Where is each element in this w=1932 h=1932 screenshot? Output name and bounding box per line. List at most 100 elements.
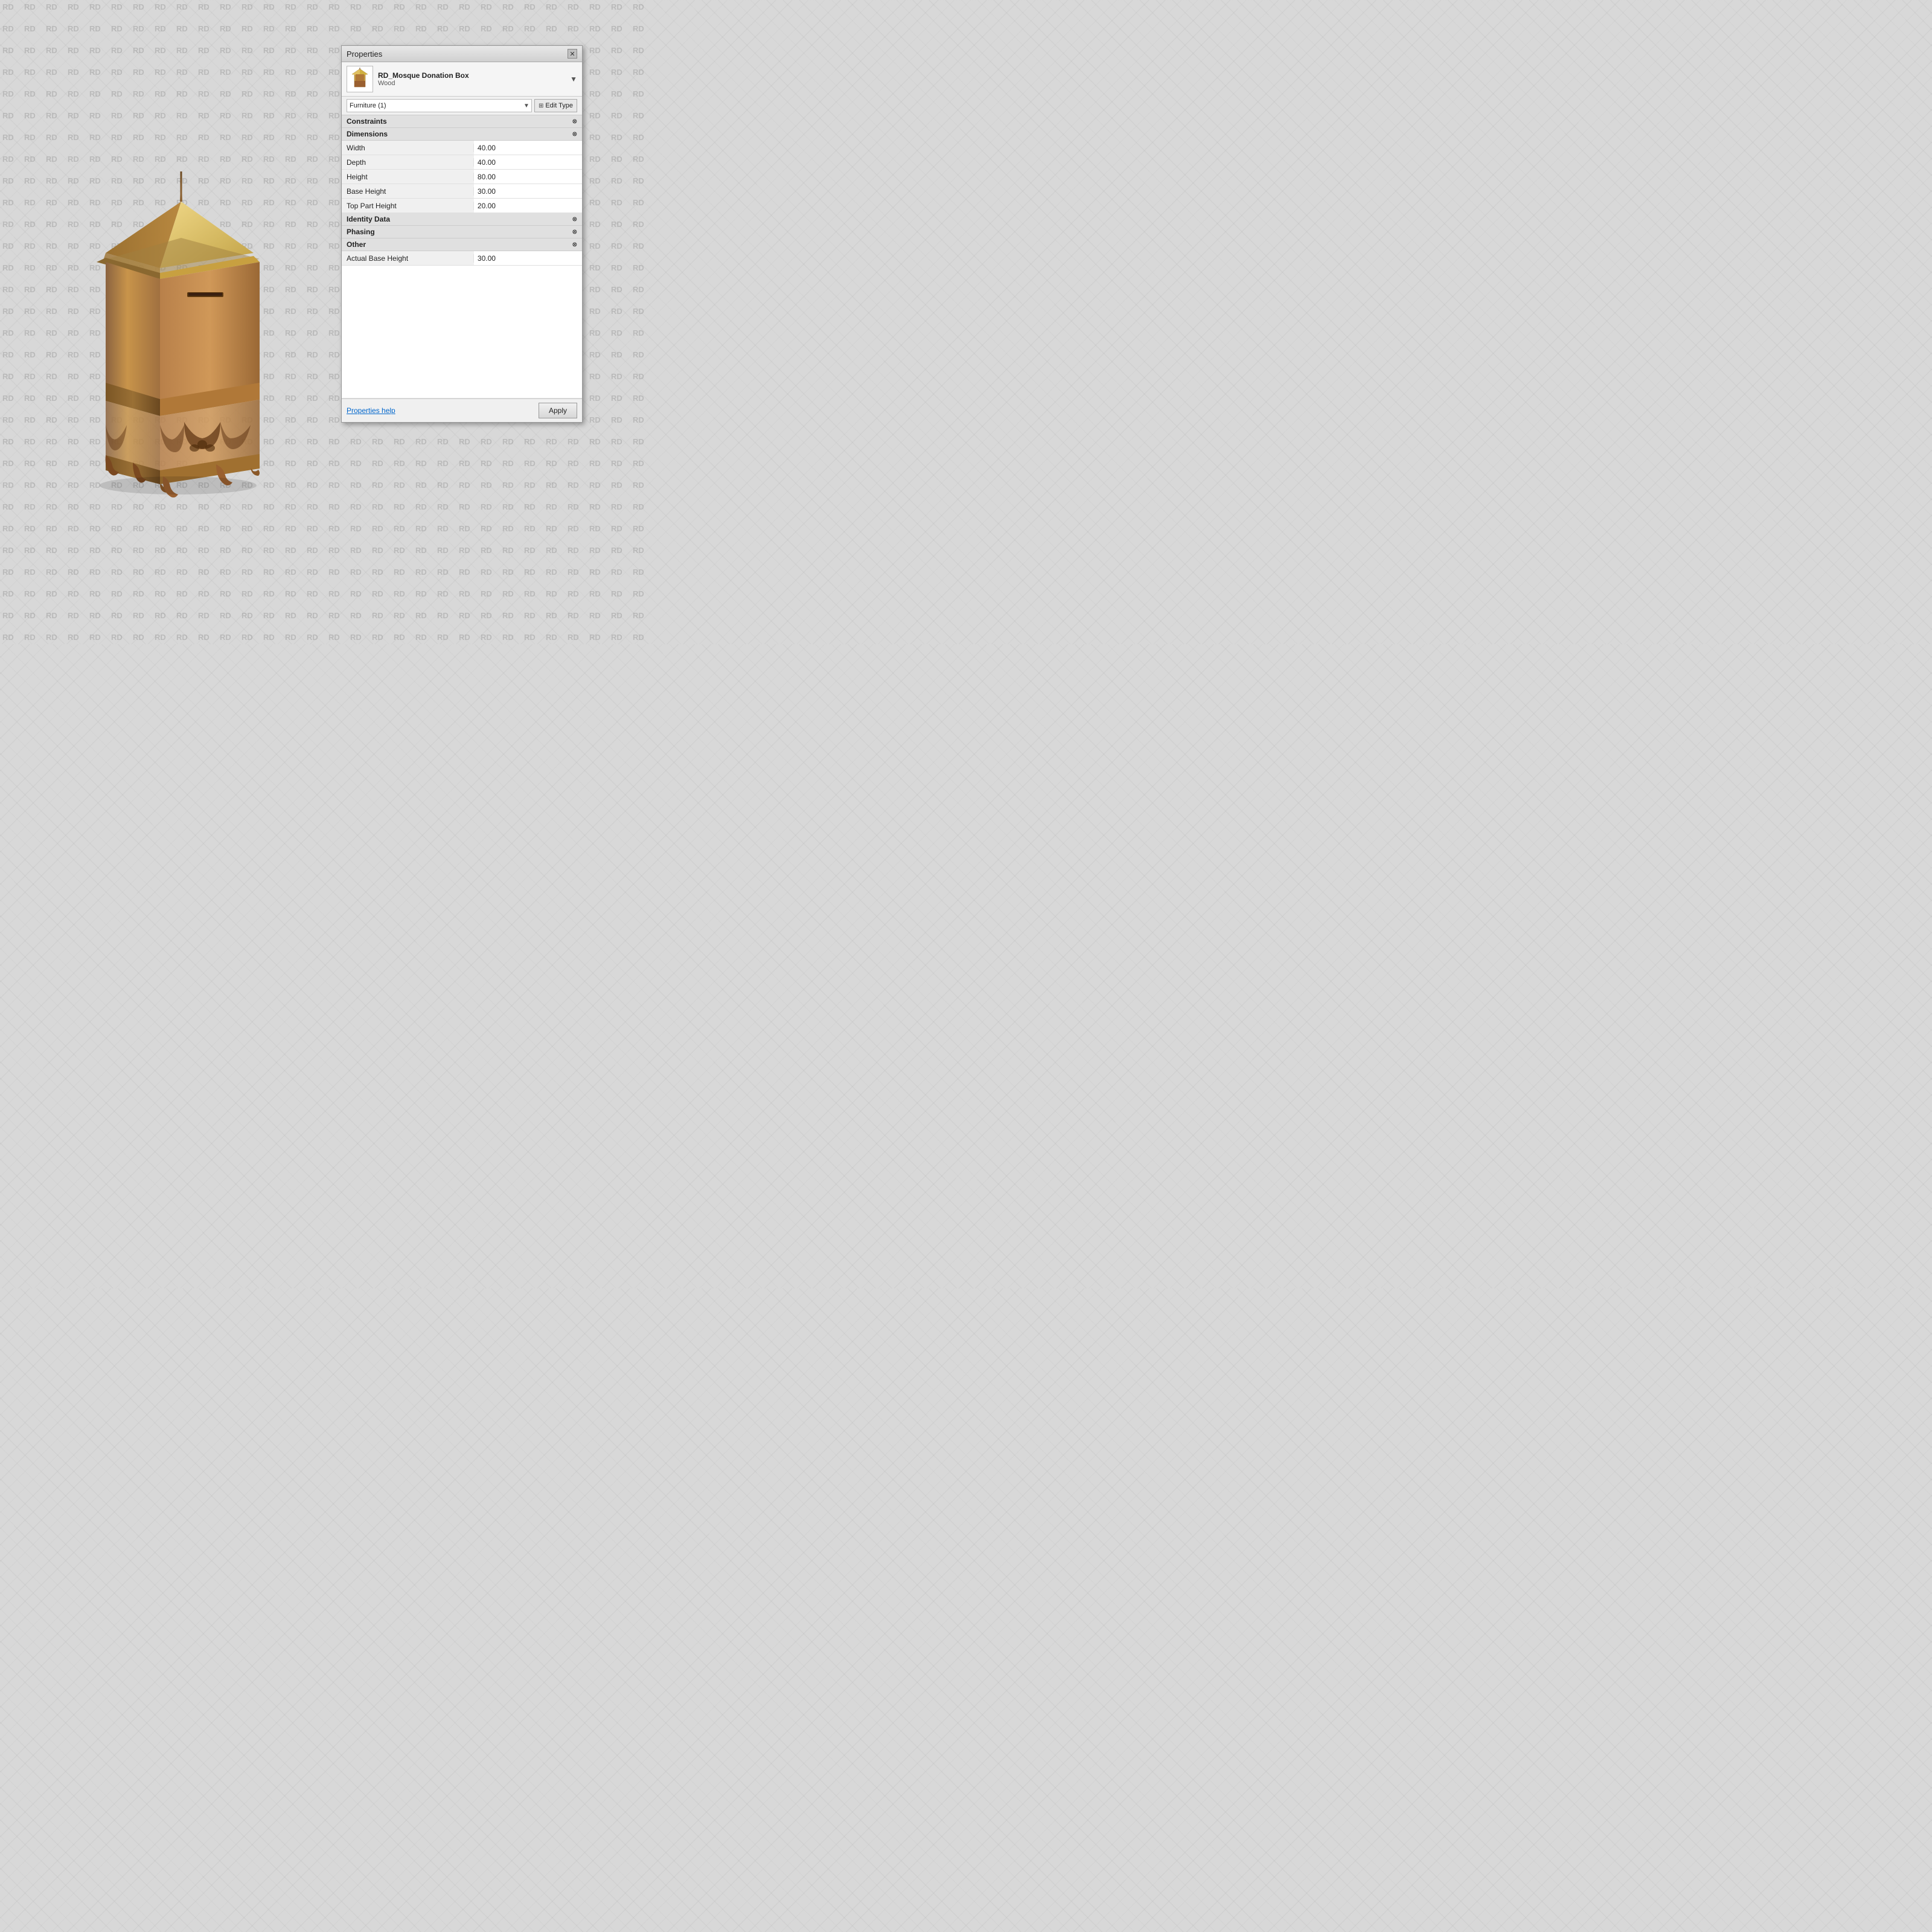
- watermark-text: RD: [546, 481, 557, 490]
- watermark-text: RD: [611, 611, 622, 620]
- watermark-text: RD: [589, 633, 601, 642]
- watermark-text: RD: [633, 589, 644, 598]
- prop-row-height: Height: [342, 170, 582, 184]
- height-input[interactable]: [478, 173, 578, 181]
- watermark-text: RD: [372, 633, 383, 642]
- base-height-input[interactable]: [478, 187, 578, 196]
- apply-button[interactable]: Apply: [539, 403, 577, 418]
- identity-toggle-icon: ⊗: [572, 216, 577, 223]
- watermark-text: RD: [568, 2, 579, 11]
- watermark-text: RD: [415, 459, 427, 468]
- watermark-text: RD: [415, 502, 427, 511]
- edit-type-button[interactable]: ⊞ Edit Type: [534, 99, 577, 112]
- watermark-text: RD: [611, 111, 622, 120]
- watermark-text: RD: [546, 459, 557, 468]
- watermark-text: RD: [568, 481, 579, 490]
- top-part-height-label: Top Part Height: [342, 202, 474, 210]
- height-value[interactable]: [474, 170, 582, 184]
- section-identity-data[interactable]: Identity Data ⊗: [342, 213, 582, 226]
- watermark-text: RD: [481, 589, 492, 598]
- top-part-height-value[interactable]: [474, 199, 582, 213]
- watermark-text: RD: [524, 546, 536, 555]
- watermark-text: RD: [372, 568, 383, 577]
- actual-base-height-input[interactable]: [478, 254, 578, 263]
- watermark-text: RD: [589, 2, 601, 11]
- watermark-text: RD: [437, 633, 449, 642]
- watermark-text: RD: [394, 2, 405, 11]
- watermark-text: RD: [437, 2, 449, 11]
- watermark-text: RD: [415, 611, 427, 620]
- watermark-text: RD: [589, 155, 601, 164]
- watermark-text: RD: [437, 24, 449, 33]
- watermark-text: RD: [524, 459, 536, 468]
- watermark-text: RD: [633, 633, 644, 642]
- watermark-text: RD: [611, 350, 622, 359]
- watermark-text: RD: [611, 176, 622, 185]
- watermark-text: RD: [633, 524, 644, 533]
- category-select[interactable]: Furniture (1): [347, 99, 532, 112]
- watermark-text: RD: [481, 502, 492, 511]
- dimensions-toggle-icon: ⊗: [572, 131, 577, 138]
- watermark-text: RD: [372, 437, 383, 446]
- top-part-height-input[interactable]: [478, 202, 578, 210]
- watermark-text: RD: [611, 155, 622, 164]
- watermark-text: RD: [589, 524, 601, 533]
- watermark-text: RD: [633, 328, 644, 337]
- watermark-text: RD: [611, 415, 622, 424]
- section-dimensions[interactable]: Dimensions ⊗: [342, 128, 582, 141]
- watermark-text: RD: [502, 589, 514, 598]
- watermark-text: RD: [633, 198, 644, 207]
- watermark-text: RD: [589, 242, 601, 251]
- other-toggle-icon: ⊗: [572, 242, 577, 248]
- actual-base-height-value[interactable]: [474, 251, 582, 265]
- watermark-text: RD: [611, 285, 622, 294]
- watermark-text: RD: [633, 546, 644, 555]
- edit-type-label: Edit Type: [545, 102, 573, 109]
- watermark-text: RD: [481, 437, 492, 446]
- watermark-text: RD: [633, 285, 644, 294]
- watermark-text: RD: [568, 589, 579, 598]
- watermark-text: RD: [481, 2, 492, 11]
- watermark-text: RD: [372, 459, 383, 468]
- watermark-text: RD: [589, 415, 601, 424]
- watermark-text: RD: [459, 611, 470, 620]
- empty-scroll-area: [342, 266, 582, 398]
- watermark-text: RD: [611, 502, 622, 511]
- watermark-text: RD: [524, 2, 536, 11]
- watermark-text: RD: [502, 437, 514, 446]
- watermark-text: RD: [481, 459, 492, 468]
- width-input[interactable]: [478, 144, 578, 152]
- watermark-text: RD: [372, 24, 383, 33]
- width-value[interactable]: [474, 141, 582, 155]
- depth-value[interactable]: [474, 155, 582, 169]
- watermark-text: RD: [481, 481, 492, 490]
- watermark-text: RD: [589, 220, 601, 229]
- watermark-text: RD: [437, 611, 449, 620]
- watermark-text: RD: [633, 437, 644, 446]
- watermark-text: RD: [568, 459, 579, 468]
- watermark-text: RD: [437, 502, 449, 511]
- section-constraints[interactable]: Constraints ⊗: [342, 115, 582, 128]
- properties-help-link[interactable]: Properties help: [347, 406, 395, 415]
- watermark-text: RD: [589, 89, 601, 98]
- depth-input[interactable]: [478, 158, 578, 167]
- close-button[interactable]: ✕: [568, 49, 577, 59]
- base-height-value[interactable]: [474, 184, 582, 198]
- watermark-text: RD: [568, 611, 579, 620]
- watermark-text: RD: [546, 524, 557, 533]
- panel-body: Constraints ⊗ Dimensions ⊗ Width Depth H…: [342, 115, 582, 398]
- watermark-text: RD: [437, 437, 449, 446]
- watermark-text: RD: [633, 242, 644, 251]
- watermark-text: RD: [546, 2, 557, 11]
- section-other[interactable]: Other ⊗: [342, 238, 582, 251]
- section-phasing[interactable]: Phasing ⊗: [342, 226, 582, 238]
- watermark-text: RD: [524, 481, 536, 490]
- watermark-text: RD: [394, 589, 405, 598]
- watermark-text: RD: [568, 546, 579, 555]
- header-dropdown-arrow[interactable]: ▼: [570, 75, 577, 83]
- watermark-text: RD: [589, 46, 601, 55]
- watermark-text: RD: [372, 524, 383, 533]
- watermark-text: RD: [589, 68, 601, 77]
- watermark-text: RD: [589, 307, 601, 316]
- prop-row-actual-base-height: Actual Base Height: [342, 251, 582, 266]
